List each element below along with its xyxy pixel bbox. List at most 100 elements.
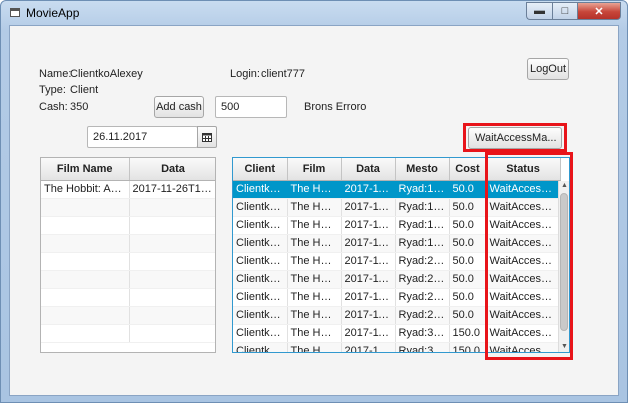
table-cell xyxy=(129,252,215,271)
main-panel: Name: ClientkoAlexey Type: Client Cash: … xyxy=(9,25,619,396)
minimize-icon: ▬ xyxy=(534,5,545,17)
table-row[interactable] xyxy=(41,252,215,271)
table-cell: The Hobbi... xyxy=(287,306,342,325)
name-value: ClientkoAlexey xyxy=(70,68,143,80)
table-cell xyxy=(129,198,215,217)
cash-value: 350 xyxy=(70,101,89,113)
table-cell: Ryad:1, M... xyxy=(395,180,450,199)
table-cell: 50.0 xyxy=(449,180,487,199)
table-cell: 50.0 xyxy=(449,306,487,325)
table-cell: ClientkoAl... xyxy=(233,216,288,235)
table-cell: 50.0 xyxy=(449,288,487,307)
table-cell: 2017-11-2... xyxy=(341,252,396,271)
type-label: Type: xyxy=(39,84,66,96)
table-cell: The Hobbi... xyxy=(287,198,342,217)
table-cell: The Hobbi... xyxy=(287,270,342,289)
status-filter-value: WaitAccessMa... xyxy=(475,132,557,144)
bookings-column-header[interactable]: Film xyxy=(287,158,342,181)
add-cash-button[interactable]: Add cash xyxy=(154,96,204,118)
table-cell: Ryad:3, M... xyxy=(395,342,450,352)
table-cell: The Hobbit: An Un... xyxy=(41,180,130,199)
table-cell: The Hobbi... xyxy=(287,342,342,352)
table-cell: ClientkoAl... xyxy=(233,342,288,352)
table-cell: 2017-11-26T18:50 xyxy=(129,180,215,199)
table-cell xyxy=(129,216,215,235)
close-icon: ✕ xyxy=(594,5,604,18)
table-cell: The Hobbi... xyxy=(287,234,342,253)
date-picker-input[interactable]: 26.11.2017 xyxy=(87,126,198,148)
table-cell: ClientkoAl... xyxy=(233,234,288,253)
table-cell: 2017-11-2... xyxy=(341,324,396,343)
films-grid: Film NameData The Hobbit: An Un...2017-1… xyxy=(41,158,215,343)
table-row[interactable] xyxy=(41,288,215,307)
table-cell: ClientkoAl... xyxy=(233,306,288,325)
calendar-button[interactable] xyxy=(197,126,217,148)
close-button[interactable]: ✕ xyxy=(577,2,621,20)
table-cell: 150.0 xyxy=(449,324,487,343)
app-window: MovieApp ▬ □ ✕ Name: ClientkoAlexey Type… xyxy=(0,0,628,403)
table-row[interactable] xyxy=(41,306,215,325)
table-cell: The Hobbi... xyxy=(287,252,342,271)
table-cell: 2017-11-2... xyxy=(341,180,396,199)
table-cell: 150.0 xyxy=(449,342,487,352)
maximize-button[interactable]: □ xyxy=(552,2,577,20)
message-text: Brons Erroro xyxy=(304,101,367,113)
table-cell: Ryad:2, M... xyxy=(395,270,450,289)
login-value: client777 xyxy=(261,68,306,80)
type-value: Client xyxy=(70,84,99,96)
table-cell xyxy=(41,270,130,289)
table-cell: The Hobbi... xyxy=(287,288,342,307)
table-cell xyxy=(129,270,215,289)
table-cell: 50.0 xyxy=(449,270,487,289)
maximize-icon: □ xyxy=(561,5,569,17)
table-cell: Ryad:2, M... xyxy=(395,252,450,271)
logout-button[interactable]: LogOut xyxy=(527,58,569,80)
bookings-column-header[interactable]: Cost xyxy=(449,158,487,181)
app-window-icon xyxy=(10,8,20,17)
table-row[interactable] xyxy=(41,198,215,217)
table-cell: ClientkoAl... xyxy=(233,252,288,271)
bookings-column-header[interactable]: Mesto xyxy=(395,158,450,181)
table-cell: 2017-11-2... xyxy=(341,234,396,253)
films-table: Film NameData The Hobbit: An Un...2017-1… xyxy=(40,157,216,353)
table-cell: The Hobbi... xyxy=(287,180,342,199)
table-row[interactable] xyxy=(41,324,215,343)
table-cell: ClientkoAl... xyxy=(233,180,288,199)
table-row[interactable] xyxy=(41,270,215,289)
table-cell: 2017-11-2... xyxy=(341,342,396,352)
table-cell: 2017-11-2... xyxy=(341,288,396,307)
status-column-highlight xyxy=(485,152,573,360)
table-cell: 2017-11-2... xyxy=(341,306,396,325)
table-cell: Ryad:1, M... xyxy=(395,198,450,217)
cash-amount-input[interactable]: 500 xyxy=(215,96,287,118)
table-cell: ClientkoAl... xyxy=(233,324,288,343)
table-cell xyxy=(41,234,130,253)
table-cell: 2017-11-2... xyxy=(341,198,396,217)
minimize-button[interactable]: ▬ xyxy=(526,2,552,20)
films-column-header[interactable]: Data xyxy=(129,158,215,181)
films-column-header[interactable]: Film Name xyxy=(41,158,130,181)
table-cell xyxy=(129,324,215,343)
name-label: Name: xyxy=(39,68,72,80)
table-cell: ClientkoAl... xyxy=(233,288,288,307)
status-filter-dropdown[interactable]: WaitAccessMa... xyxy=(468,127,562,149)
table-row[interactable] xyxy=(41,234,215,253)
calendar-icon xyxy=(202,132,212,142)
table-cell: Ryad:1, M... xyxy=(395,216,450,235)
window-title: MovieApp xyxy=(26,6,80,20)
table-cell: Ryad:1, M... xyxy=(395,234,450,253)
title-bar[interactable]: MovieApp ▬ □ ✕ xyxy=(1,1,627,25)
table-cell xyxy=(41,252,130,271)
bookings-column-header[interactable]: Client xyxy=(233,158,288,181)
table-row[interactable] xyxy=(41,216,215,235)
table-cell: The Hobbi... xyxy=(287,216,342,235)
table-cell: Ryad:2, M... xyxy=(395,306,450,325)
table-row[interactable]: The Hobbit: An Un...2017-11-26T18:50 xyxy=(41,180,215,199)
table-cell: 2017-11-2... xyxy=(341,216,396,235)
table-cell: ClientkoAl... xyxy=(233,198,288,217)
table-cell xyxy=(41,306,130,325)
bookings-column-header[interactable]: Data xyxy=(341,158,396,181)
films-header-row: Film Name Data xyxy=(41,158,215,181)
table-cell: Ryad:2, M... xyxy=(395,288,450,307)
table-cell: 50.0 xyxy=(449,198,487,217)
